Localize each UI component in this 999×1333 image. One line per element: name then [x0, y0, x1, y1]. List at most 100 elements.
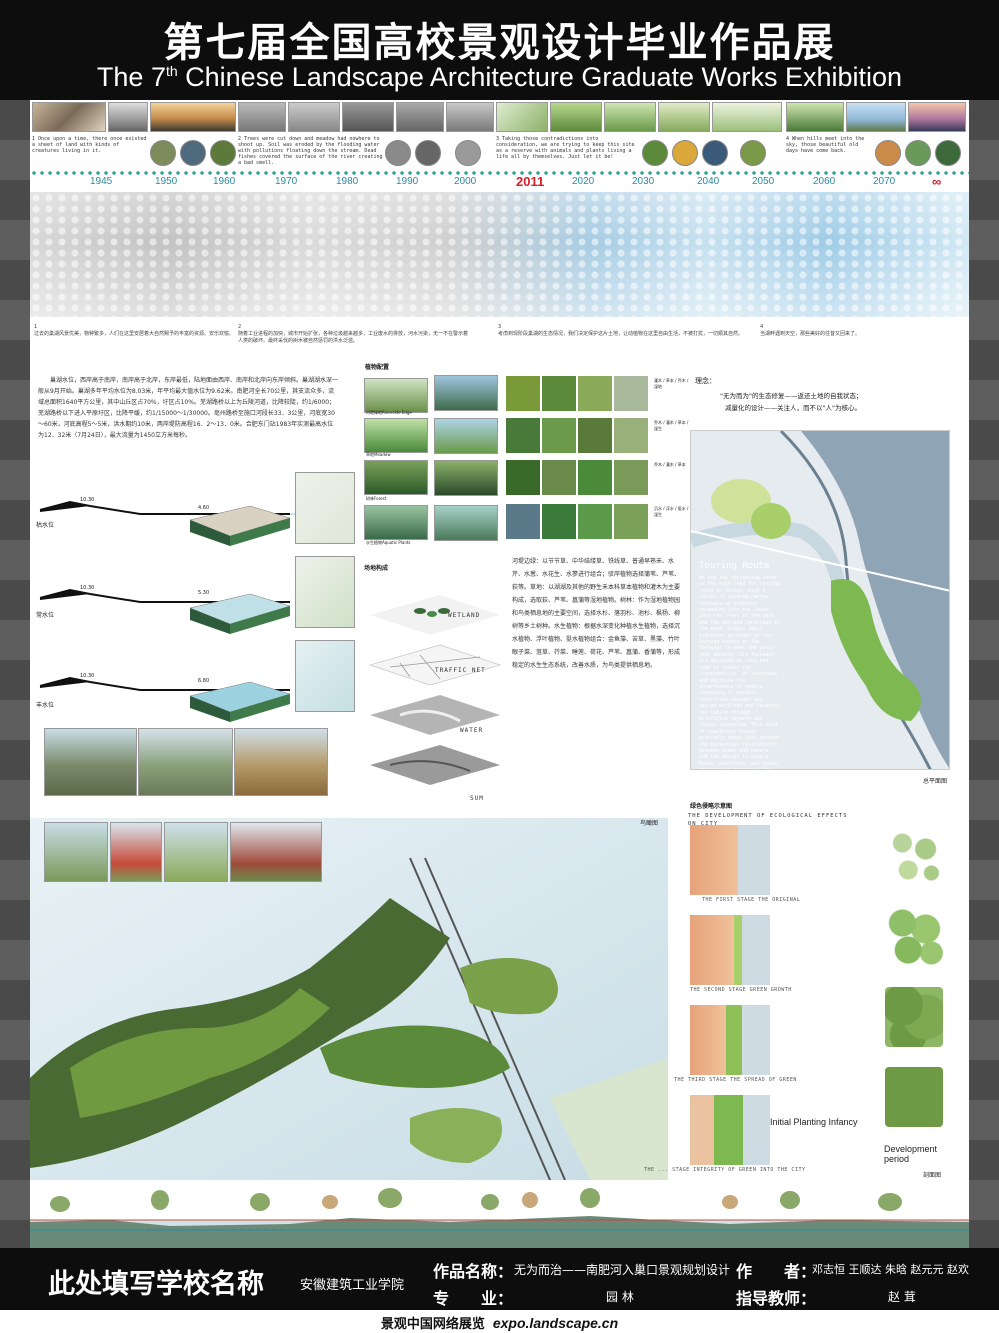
work-title-value: 无为而治——南肥河入巢口景观规划设计 — [514, 1263, 731, 1277]
photo-wetland-birds — [108, 102, 148, 132]
water-level-mark-2b: 5.30 — [198, 590, 210, 596]
year-2000: 2000 — [454, 176, 477, 187]
era-3-body: Taking those contradictions into conside… — [496, 136, 635, 160]
title-en-sup: th — [165, 63, 178, 79]
author-value: 邓志恒 王顺达 朱晗 赵元元 赵欢 — [812, 1263, 969, 1276]
bottom-banner: 景观中国网络展览 expo.landscape.cn — [0, 1310, 999, 1333]
structure-layers — [368, 595, 502, 785]
layer-sum — [370, 745, 500, 785]
planting-row-label-2: 草地Meadow — [366, 452, 391, 457]
era-cn-2-num: 2 — [238, 324, 242, 330]
poster-header: 第七届全国高校景观设计毕业作品展 The 7th Chinese Landsca… — [0, 0, 999, 100]
planting-title: 植物配置 — [365, 364, 390, 371]
circle-photo-12 — [905, 140, 931, 166]
map-low-water — [295, 472, 355, 544]
photo-green-garden — [658, 102, 710, 132]
year-2060: 2060 — [813, 176, 836, 187]
circle-photo-11 — [875, 140, 901, 166]
poster-board: 1 Once upon a time, there once existed a… — [0, 100, 999, 1248]
era-1-text: 1 Once upon a time, there once existed a… — [32, 136, 147, 154]
site-photo-2 — [138, 728, 233, 796]
era-2-text: 2 Trees were cut down and meadow had now… — [238, 136, 383, 166]
planting-row-forest — [364, 460, 428, 495]
title-en-prefix: The 7 — [96, 62, 166, 92]
site-intro-text: 巢湖水位，西岸高于南岸，南岸高于北岸，东岸最低，陆地面由西岸、南岸和北岸向东岸倾… — [38, 377, 339, 439]
growth-stage-4 — [885, 1067, 943, 1127]
era-cn-1: 1 过去的巢湖风景优美，物种繁多，人们在这里安居着大自然赐予的丰富的资源。安乐欢愉… — [34, 324, 254, 338]
circle-photo-13 — [935, 140, 961, 166]
circle-photo-4 — [385, 140, 411, 166]
bird-inset-photo-3 — [164, 822, 228, 882]
plant-swatch-5 — [506, 418, 540, 453]
year-1960: 1960 — [213, 176, 236, 187]
water-level-mark-1a: 10.30 — [80, 497, 95, 503]
planting-wide-2 — [434, 418, 498, 454]
exhibition-url[interactable]: expo.landscape.cn — [493, 1315, 618, 1331]
water-level-label-2: 常水位 — [36, 612, 55, 619]
section-elevation — [30, 1180, 969, 1248]
dev-stage-1-map — [690, 825, 770, 895]
era-cn-3-num: 3 — [498, 324, 502, 330]
water-level-mark-2a: 10.30 — [80, 585, 95, 591]
advisor-label: 指导教师： — [736, 1289, 817, 1308]
plant-swatch-10 — [542, 460, 576, 495]
growth-stage-2 — [885, 905, 943, 965]
work-title-label: 作品名称： — [433, 1262, 514, 1281]
poster-footer: 此处填写学校名称 安徽建筑工业学院 作品名称： 无为而治——南肥河入巢口景观规划… — [0, 1248, 999, 1310]
era-cn-4-body: 当湖畔遇到天空，那些美好的往昔又回来了。 — [760, 331, 861, 337]
plant-swatch-13 — [506, 504, 540, 539]
structure-title: 场地构成 — [364, 565, 389, 572]
structure-layer-traffic: TRAFFIC NET — [435, 667, 486, 674]
photo-wetland-reeds — [786, 102, 844, 132]
water-level-mark-3b: 6.80 — [198, 678, 210, 684]
initial-planting-label: Initial Planting Infancy — [770, 1117, 858, 1127]
touring-route-text: We use the retreating levee as the main … — [699, 576, 780, 769]
photo-grey-pollution — [396, 102, 444, 132]
species-group-2: 乔木 / 灌木 / 草本 / 湿生 — [654, 420, 689, 431]
dev-stage-4-map — [690, 1095, 770, 1165]
poster-paper: 1 Once upon a time, there once existed a… — [30, 100, 969, 1248]
exhibition-name: 景观中国网络展览 — [380, 1317, 485, 1332]
development-period-line-2: period — [884, 1154, 910, 1164]
layer-wetland — [370, 595, 500, 635]
year-1980: 1980 — [336, 176, 359, 187]
water-level-label-1: 枯水位 — [36, 522, 55, 529]
plant-swatch-4 — [614, 376, 648, 411]
bird-inset-photo-4 — [230, 822, 322, 882]
photo-grey-fish — [446, 102, 494, 132]
mosaic-shade — [30, 192, 969, 317]
dev-stage-2-map — [690, 915, 770, 985]
year-infinity: ∞ — [932, 174, 942, 189]
species-group-4: 沉水 / 浮水 / 挺水 / 湿生 — [654, 506, 689, 517]
era-cn-1-body: 过去的巢湖风景优美，物种繁多，人们在这里安居着大自然赐予的丰富的资源。安乐欢愉。 — [34, 331, 235, 337]
plant-swatch-6 — [542, 418, 576, 453]
section-caption: 剖面图 — [923, 1172, 942, 1179]
year-2050: 2050 — [752, 176, 775, 187]
photo-sunset-lake — [150, 102, 236, 132]
major-value: 园 林 — [606, 1290, 634, 1304]
concept-line-1: "无为而为"的生态修复——返还土地的自我状态； — [720, 392, 863, 400]
bird-inset-photo-1 — [44, 822, 108, 882]
era-cn-1-num: 1 — [34, 324, 38, 330]
photo-children — [32, 102, 106, 132]
photo-grey-trees — [238, 102, 286, 132]
plant-swatch-7 — [578, 418, 612, 453]
section-high-water — [39, 676, 291, 722]
dev-stage-3-caption: The third stage The spread of green — [674, 1077, 797, 1083]
title-english: The 7th Chinese Landscape Architecture G… — [0, 62, 999, 93]
map-high-water — [295, 640, 355, 712]
school-name: 安徽建筑工业学院 — [300, 1278, 405, 1293]
plant-swatch-11 — [578, 460, 612, 495]
timeline-strip: 1 Once upon a time, there once existed a… — [30, 100, 969, 195]
year-1990: 1990 — [396, 176, 419, 187]
species-group-1: 灌木 / 草本 / 乔木 / 湿地 — [654, 378, 689, 389]
circle-photo-5 — [415, 140, 441, 166]
photo-green-sketch — [496, 102, 548, 132]
birds-eye-caption: 鸟瞰图 — [640, 820, 659, 827]
dev-stage-4-caption: The ... stage Integrity of green into th… — [644, 1167, 806, 1173]
circle-photo-2 — [180, 140, 206, 166]
year-2030: 2030 — [632, 176, 655, 187]
circle-photo-8 — [672, 140, 698, 166]
plant-swatch-12 — [614, 460, 648, 495]
planting-wide-4 — [434, 505, 498, 541]
